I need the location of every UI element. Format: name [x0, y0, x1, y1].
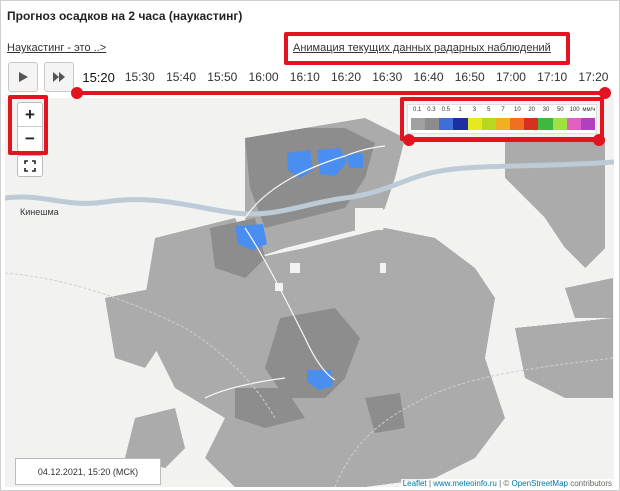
time-step[interactable]: 16:00 [243, 70, 284, 84]
time-step[interactable]: 16:40 [408, 70, 449, 84]
highlight-timeline-line [76, 91, 606, 95]
time-step[interactable]: 17:00 [490, 70, 531, 84]
attribution-sep: | © [496, 479, 512, 488]
fast-forward-icon [53, 72, 65, 82]
meteoinfo-link[interactable]: www.meteoinfo.ru [433, 479, 497, 488]
time-step[interactable]: 16:20 [325, 70, 366, 84]
time-step[interactable]: 15:40 [160, 70, 201, 84]
highlight-timeline-end [599, 87, 611, 99]
leaflet-link[interactable]: Leaflet [403, 479, 427, 488]
time-step[interactable]: 16:30 [367, 70, 408, 84]
time-step[interactable]: 17:20 [573, 70, 614, 84]
fullscreen-icon [24, 160, 36, 172]
highlight-legend-start [403, 134, 415, 146]
highlight-zoom-controls [8, 95, 48, 155]
time-step[interactable]: 15:20 [78, 70, 119, 85]
fullscreen-button[interactable] [17, 155, 43, 177]
osm-link[interactable]: OpenStreetMap [511, 479, 567, 488]
map-attribution: Leaflet | www.meteoinfo.ru | © OpenStree… [400, 479, 614, 489]
map-layer [5, 118, 614, 487]
attribution-tail: contributors [567, 479, 612, 488]
highlight-animation-link [284, 32, 570, 65]
timeline: 15:20 15:30 15:40 15:50 16:00 16:10 16:20 16:30… [78, 62, 614, 92]
page-title: Прогноз осадков на 2 часа (наукастинг) [7, 9, 243, 23]
highlight-timeline-start [71, 87, 83, 99]
highlight-legend-line [407, 138, 599, 142]
highlight-legend-end [593, 134, 605, 146]
highlight-legend [400, 97, 604, 141]
nowcasting-info-link[interactable]: Наукастинг - это ..> [7, 42, 106, 54]
city-label: Кинешма [20, 207, 59, 217]
map-date: 04.12.2021, 15:20 (МСК) [15, 458, 161, 485]
time-step[interactable]: 17:10 [532, 70, 573, 84]
radar-map[interactable] [5, 98, 614, 487]
play-button[interactable] [8, 62, 38, 92]
time-step[interactable]: 16:10 [284, 70, 325, 84]
time-step[interactable]: 16:50 [449, 70, 490, 84]
time-step[interactable]: 15:30 [119, 70, 160, 84]
fast-forward-button[interactable] [44, 62, 74, 92]
time-step[interactable]: 15:50 [202, 70, 243, 84]
play-icon [19, 72, 28, 82]
